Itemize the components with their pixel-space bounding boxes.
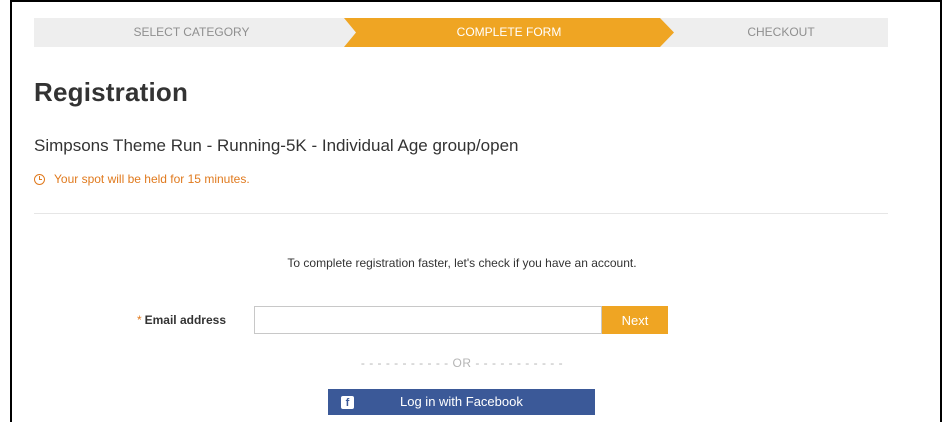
- hold-notice: Your spot will be held for 15 minutes.: [34, 172, 250, 186]
- step-select-category[interactable]: SELECT CATEGORY: [34, 18, 349, 47]
- facebook-icon: f: [341, 396, 354, 409]
- account-check-message: To complete registration faster, let's c…: [287, 256, 637, 270]
- progress-stepper: SELECT CATEGORY COMPLETE FORM CHECKOUT: [34, 18, 888, 47]
- step-label: COMPLETE FORM: [456, 25, 562, 39]
- page-title: Registration: [34, 77, 189, 107]
- step-label: CHECKOUT: [747, 25, 815, 39]
- clock-icon: [34, 173, 45, 185]
- hold-notice-text: Your spot will be held for 15 minutes.: [54, 172, 250, 186]
- email-field[interactable]: [254, 306, 602, 334]
- step-label: SELECT CATEGORY: [133, 25, 250, 39]
- facebook-login-label: Log in with Facebook: [400, 394, 523, 409]
- step-checkout: CHECKOUT: [674, 18, 888, 47]
- section-divider: [34, 213, 888, 214]
- facebook-login-button[interactable]: f Log in with Facebook: [328, 389, 595, 415]
- email-label: * Email address: [122, 313, 226, 327]
- email-label-text: Email address: [144, 313, 226, 327]
- or-separator: - - - - - - - - - - - OR - - - - - - - -…: [360, 356, 564, 370]
- event-name: Simpsons Theme Run - Running-5K - Indivi…: [34, 136, 519, 155]
- step-complete-form: COMPLETE FORM: [344, 18, 674, 47]
- next-button[interactable]: Next: [602, 306, 668, 334]
- required-marker: *: [136, 313, 142, 327]
